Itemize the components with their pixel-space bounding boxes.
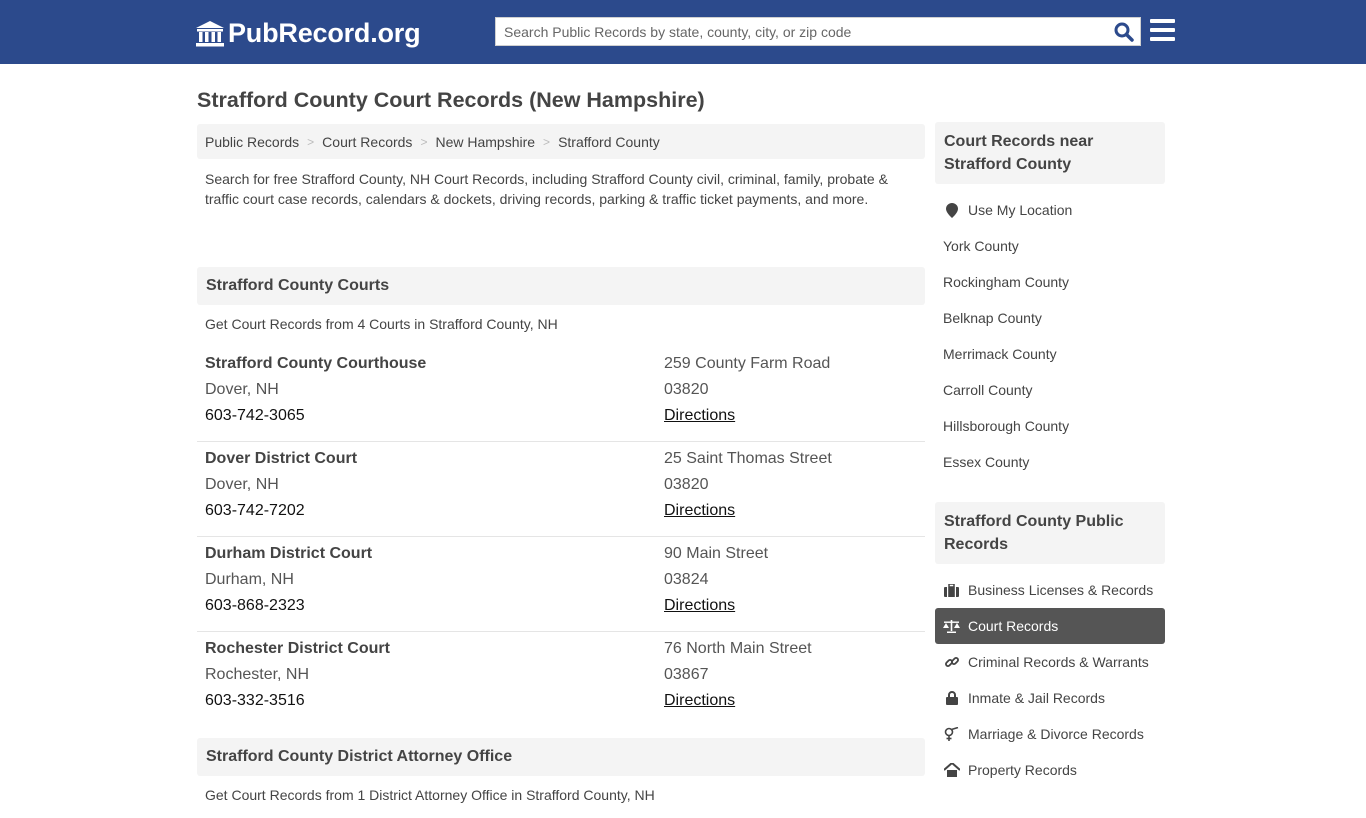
court-address: 25 Saint Thomas Street [664, 450, 832, 467]
court-city: Dover, NH [205, 381, 279, 398]
scales-icon [943, 618, 960, 634]
nearby-list: Use My Location York County Rockingham C… [935, 184, 1165, 492]
sidebar-item-property-records[interactable]: Property Records [935, 752, 1165, 788]
sidebar-item-court-records[interactable]: Court Records [935, 608, 1165, 644]
sidebar-item-label: Inmate & Jail Records [968, 690, 1105, 706]
court-address: 90 Main Street [664, 545, 769, 562]
nearby-heading: Court Records near Strafford County [935, 122, 1165, 184]
court-city: Rochester, NH [205, 666, 310, 683]
court-name: Dover District Court [205, 450, 358, 467]
sidebar-item-inmate-records[interactable]: Inmate & Jail Records [935, 680, 1165, 716]
top-navbar: PubRecord.org [0, 0, 1366, 64]
court-city: Durham, NH [205, 571, 294, 588]
use-my-location-label: Use My Location [968, 202, 1073, 218]
breadcrumb: Public Records > Court Records > New Ham… [197, 124, 925, 159]
sidebar-item-label: Criminal Records & Warrants [968, 654, 1149, 670]
nearby-county-link[interactable]: Essex County [935, 444, 1165, 480]
sidebar-item-business-licenses[interactable]: Business Licenses & Records [935, 572, 1165, 608]
lock-icon [943, 690, 960, 706]
nearby-county-link[interactable]: Rockingham County [935, 264, 1165, 300]
map-marker-icon [943, 202, 960, 218]
use-my-location-button[interactable]: Use My Location [935, 192, 1165, 228]
public-records-heading: Strafford County Public Records [935, 502, 1165, 564]
intro-text: Search for free Strafford County, NH Cou… [205, 171, 888, 207]
sidebar-item-label: Court Records [968, 618, 1059, 634]
breadcrumb-separator: > [543, 134, 551, 149]
breadcrumb-separator: > [307, 134, 315, 149]
sidebar-item-label: Business Licenses & Records [968, 582, 1154, 598]
sidebar-item-label: Marriage & Divorce Records [968, 726, 1144, 742]
breadcrumb-strafford-county[interactable]: Strafford County [558, 134, 660, 150]
court-address: 259 County Farm Road [664, 355, 831, 372]
briefcase-icon [943, 582, 960, 598]
court-zip: 03820 [664, 476, 709, 493]
directions-link[interactable]: Directions [664, 502, 735, 519]
sidebar-item-criminal-records[interactable]: Criminal Records & Warrants [935, 644, 1165, 680]
main-content: Public Records > Court Records > New Ham… [197, 124, 925, 818]
nearby-county-link[interactable]: Carroll County [935, 372, 1165, 408]
breadcrumb-separator: > [420, 134, 428, 149]
nearby-county-link[interactable]: Belknap County [935, 300, 1165, 336]
nearby-county-link[interactable]: Hillsborough County [935, 408, 1165, 444]
hamburger-menu-icon[interactable] [1150, 19, 1175, 43]
directions-link[interactable]: Directions [664, 597, 735, 614]
court-zip: 03867 [664, 666, 709, 683]
court-phone[interactable]: 603-868-2323 [205, 593, 664, 619]
court-listing: Strafford County Courthouse Dover, NH 60… [197, 347, 925, 442]
site-logo[interactable]: PubRecord.org [196, 18, 421, 49]
nearby-county-link[interactable]: Merrimack County [935, 336, 1165, 372]
home-icon [943, 762, 960, 778]
sidebar: Court Records near Strafford County Use … [935, 122, 1165, 800]
da-section-heading: Strafford County District Attorney Offic… [197, 738, 925, 776]
court-listing: Rochester District Court Rochester, NH 6… [197, 632, 925, 727]
gender-icon [943, 726, 960, 742]
courts-section-heading: Strafford County Courts [197, 267, 925, 305]
court-zip: 03824 [664, 571, 709, 588]
court-phone[interactable]: 603-742-3065 [205, 403, 664, 429]
link-icon [943, 654, 960, 670]
public-records-list: Business Licenses & Records Court Record… [935, 564, 1165, 800]
courts-section-subtitle: Get Court Records from 4 Courts in Straf… [205, 316, 558, 332]
page-title: Strafford County Court Records (New Hamp… [197, 88, 705, 112]
search-input[interactable] [496, 18, 1106, 45]
court-zip: 03820 [664, 381, 709, 398]
court-listing: Dover District Court Dover, NH 603-742-7… [197, 442, 925, 537]
breadcrumb-public-records[interactable]: Public Records [205, 134, 299, 150]
court-name: Rochester District Court [205, 640, 390, 657]
court-phone[interactable]: 603-332-3516 [205, 688, 664, 714]
directions-link[interactable]: Directions [664, 407, 735, 424]
court-city: Dover, NH [205, 476, 279, 493]
court-address: 76 North Main Street [664, 640, 812, 657]
court-phone[interactable]: 603-742-7202 [205, 498, 664, 524]
search-icon [1114, 22, 1134, 42]
sidebar-item-marriage-records[interactable]: Marriage & Divorce Records [935, 716, 1165, 752]
court-name: Durham District Court [205, 545, 373, 562]
sidebar-item-label: Property Records [968, 762, 1077, 778]
logo-text: PubRecord.org [228, 18, 421, 48]
court-name: Strafford County Courthouse [205, 355, 427, 372]
courthouse-icon [196, 20, 224, 46]
search-box [495, 17, 1141, 46]
breadcrumb-court-records[interactable]: Court Records [322, 134, 412, 150]
directions-link[interactable]: Directions [664, 692, 735, 709]
court-listing: Durham District Court Durham, NH 603-868… [197, 537, 925, 632]
da-section-subtitle: Get Court Records from 1 District Attorn… [205, 787, 655, 803]
breadcrumb-new-hampshire[interactable]: New Hampshire [435, 134, 535, 150]
search-button[interactable] [1114, 22, 1134, 42]
nearby-county-link[interactable]: York County [935, 228, 1165, 264]
